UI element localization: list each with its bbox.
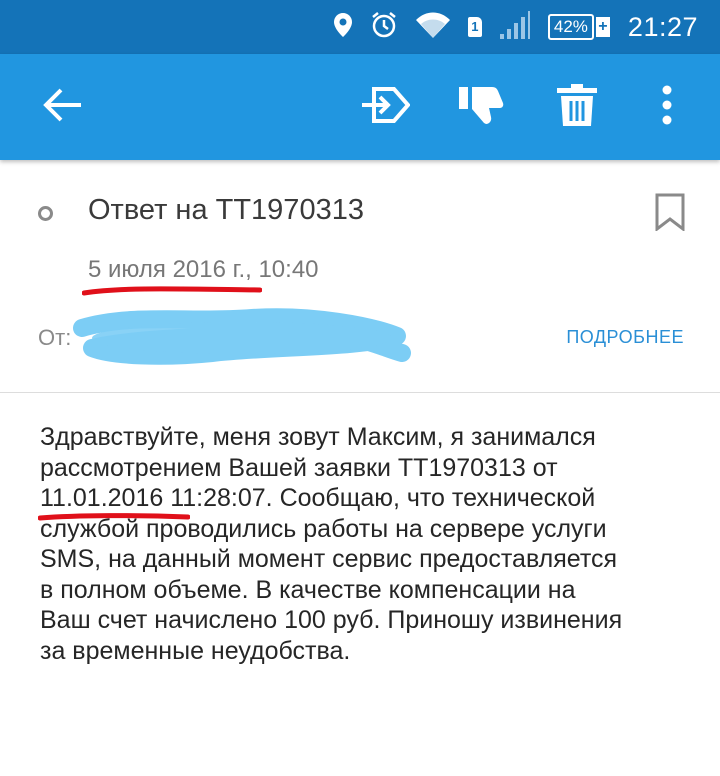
- delete-button[interactable]: [547, 54, 607, 160]
- app-bar: [0, 54, 720, 160]
- delete-trash-icon: [557, 83, 597, 131]
- body-line: Здравствуйте, меня зовут Максим, я заним…: [40, 423, 596, 451]
- back-arrow-icon: [43, 88, 83, 127]
- body-line: в полном объеме. В качестве компенсации …: [40, 575, 576, 604]
- charging-plus: +: [595, 17, 610, 37]
- date-underline-annotation: [82, 286, 262, 296]
- battery-percent: 42%: [547, 14, 594, 40]
- read-status-circle-icon[interactable]: [38, 206, 53, 221]
- body-line: Ваш счет начислено 100 руб. Приношу изви…: [40, 606, 623, 634]
- status-time: 21:27: [627, 11, 698, 42]
- status-bar: 1 42% + 21:27: [0, 0, 720, 54]
- message-body: Здравствуйте, меня зовут Максим, я заним…: [40, 422, 690, 666]
- message-date: 5 июля 2016 г., 10:40: [88, 256, 319, 283]
- bookmark-button[interactable]: [650, 192, 690, 236]
- wifi-icon: [415, 12, 450, 43]
- body-line: за временные неудобства.: [40, 636, 351, 665]
- body-line: рассмотрением Вашей заявки ТТ1970313 от: [40, 453, 558, 482]
- body-line: SMS, на данный момент сервис предоставля…: [40, 545, 618, 573]
- move-to-folder-button[interactable]: [355, 54, 415, 160]
- details-link[interactable]: ПОДРОБНЕЕ: [566, 327, 684, 348]
- alarm-icon: [370, 11, 398, 44]
- bookmark-icon: [655, 193, 685, 236]
- location-icon: [333, 12, 352, 42]
- spam-button[interactable]: [452, 54, 512, 160]
- message-header: Ответ на ТТ1970313 5 июля 2016 г., 10:40…: [0, 164, 720, 393]
- battery-icon: 42% +: [547, 14, 610, 40]
- back-button[interactable]: [28, 54, 98, 160]
- from-label: От:: [38, 325, 72, 350]
- body-date-underline-annotation: [38, 513, 190, 521]
- body-line: 11.01.2016 11:28:07. Сообщаю, что технич…: [40, 484, 596, 512]
- sim-icon: 1: [467, 17, 482, 37]
- move-to-folder-icon: [360, 86, 411, 128]
- more-options-button[interactable]: [642, 54, 692, 160]
- signal-icon: [499, 10, 530, 44]
- more-vertical-icon: [662, 85, 672, 130]
- message-subject: Ответ на ТТ1970313: [88, 194, 364, 226]
- spam-thumbs-down-icon: [459, 85, 505, 130]
- sender-redaction-scribble: [73, 308, 411, 365]
